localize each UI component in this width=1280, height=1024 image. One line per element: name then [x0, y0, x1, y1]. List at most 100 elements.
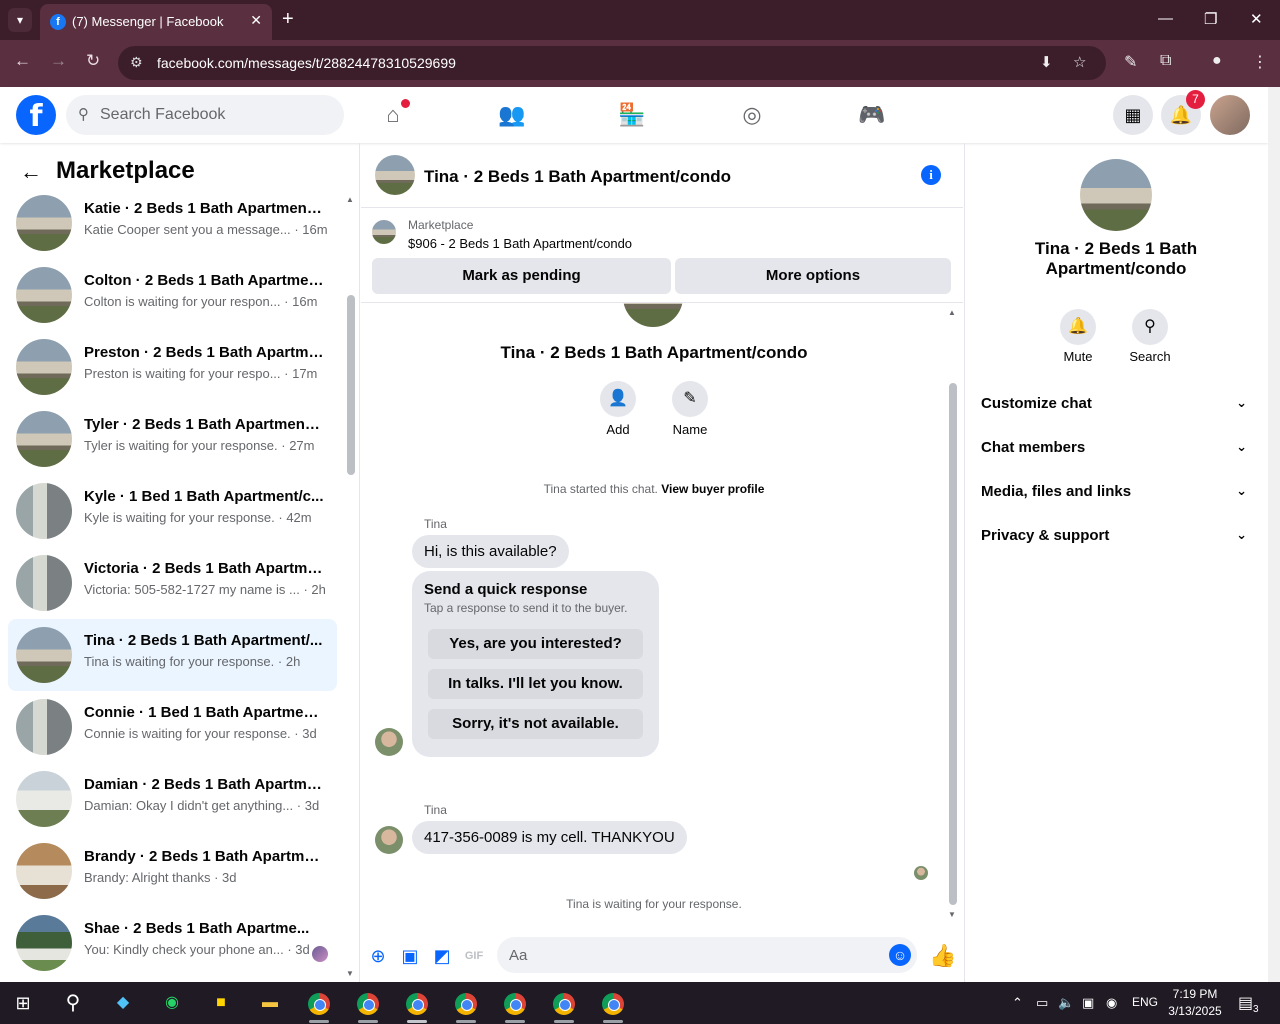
marketplace-icon[interactable]: 🏪 — [618, 101, 646, 129]
mark-as-pending-button[interactable]: Mark as pending — [372, 258, 671, 294]
browser-menu-icon[interactable]: ⋮ — [1252, 52, 1268, 72]
copilot-icon[interactable]: ◆ — [108, 989, 138, 1017]
whatsapp-icon[interactable]: ◉ — [157, 989, 187, 1017]
bookmark-star-icon[interactable]: ☆ — [1073, 53, 1086, 71]
gif-icon[interactable]: GIF — [463, 945, 485, 967]
conversation-item[interactable]: Colton · 2 Beds 1 Bath Apartmen... Colton… — [8, 259, 337, 331]
account-avatar[interactable] — [1210, 95, 1250, 135]
forward-icon[interactable]: → — [50, 51, 67, 71]
media-files-links-section[interactable]: Media, files and links ⌄ — [981, 483, 1253, 507]
notification-count: 3 — [1253, 1004, 1259, 1015]
search-input[interactable]: ⚲ Search Facebook — [66, 95, 344, 135]
chat-avatar[interactable] — [375, 155, 415, 195]
minimize-button[interactable]: — — [1158, 10, 1173, 27]
profile-icon[interactable]: ● — [1212, 52, 1222, 70]
sticker-icon[interactable]: ◩ — [431, 945, 453, 967]
chrome-icon[interactable] — [406, 993, 428, 1015]
sender-avatar[interactable] — [375, 826, 403, 854]
chrome-icon[interactable] — [504, 993, 526, 1015]
show-hidden-icons-chevron-icon[interactable]: ⌃ — [1012, 995, 1023, 1011]
customize-chat-section[interactable]: Customize chat ⌄ — [981, 395, 1253, 419]
conversation-item[interactable]: Victoria · 2 Beds 1 Bath Apartme... Victo… — [8, 547, 337, 619]
menu-grid-icon[interactable]: ▦ — [1113, 95, 1153, 135]
running-indicator — [505, 1020, 525, 1023]
conversation-item[interactable]: Preston · 2 Beds 1 Bath Apartme... Presto… — [8, 331, 337, 403]
more-options-button[interactable]: More options — [675, 258, 951, 294]
privacy-support-section[interactable]: Privacy & support ⌄ — [981, 527, 1253, 551]
chrome-icon[interactable] — [602, 993, 624, 1015]
tab-search-button[interactable]: ▾ — [8, 8, 32, 32]
plus-circle-icon[interactable]: ⊕ — [367, 945, 389, 967]
thread-scrollbar[interactable] — [949, 383, 957, 905]
conversation-item[interactable]: Damian · 2 Beds 1 Bath Apartme... Damian:… — [8, 763, 337, 835]
new-tab-button[interactable]: + — [282, 8, 294, 30]
language-indicator[interactable]: ENG — [1132, 995, 1158, 1009]
chrome-icon[interactable] — [357, 993, 379, 1015]
windows-start-icon[interactable]: ⊞ — [8, 989, 38, 1017]
edit-name-icon[interactable]: ✎ — [672, 381, 708, 417]
search-icon[interactable]: ⚲ — [58, 989, 88, 1017]
conversation-item[interactable]: Kyle · 1 Bed 1 Bath Apartment/c... Kyle i… — [8, 475, 337, 547]
close-window-button[interactable]: ✕ — [1250, 10, 1263, 28]
notification-center-icon[interactable]: ▤ — [1238, 993, 1253, 1013]
site-info-icon[interactable]: ⚙ — [130, 54, 143, 71]
thumbs-up-icon[interactable]: 👍 — [929, 943, 956, 969]
file-explorer-icon[interactable]: ▬ — [255, 989, 285, 1017]
gaming-icon[interactable]: 🎮 — [858, 101, 886, 129]
conversation-item[interactable]: Shae · 2 Beds 1 Bath Apartme... You: Kind… — [8, 907, 337, 979]
conversation-preview: Kyle is waiting for your response. · 42m — [84, 510, 324, 525]
message-input[interactable]: Aa ☺ — [497, 937, 917, 973]
volume-icon[interactable]: 🔈 — [1058, 995, 1074, 1011]
close-tab-icon[interactable]: ✕ — [250, 12, 262, 29]
chrome-icon[interactable] — [553, 993, 575, 1015]
groups-icon[interactable]: ◎ — [738, 101, 766, 129]
chat-members-section[interactable]: Chat members ⌄ — [981, 439, 1253, 463]
page-scrollbar[interactable] — [1268, 87, 1280, 982]
clock[interactable]: 7:19 PM 3/13/2025 — [1162, 986, 1228, 1020]
sender-avatar[interactable] — [375, 728, 403, 756]
chat-title[interactable]: Tina · 2 Beds 1 Bath Apartment/condo — [424, 167, 731, 187]
thread-name: Tina · 2 Beds 1 Bath Apartment/condo — [500, 343, 808, 362]
browser-tab[interactable]: f (7) Messenger | Facebook ✕ — [40, 4, 272, 40]
extensions-icon[interactable]: ⧉ — [1160, 52, 1171, 70]
friends-icon[interactable]: 👥 — [498, 101, 526, 129]
conversation-item[interactable]: Katie · 2 Beds 1 Bath Apartment/... Katie… — [8, 187, 337, 259]
scroll-down-arrow[interactable]: ▼ — [948, 910, 956, 919]
conversation-item[interactable]: Brandy · 2 Beds 1 Bath Apartme... Brandy:… — [8, 835, 337, 907]
conversation-item[interactable]: Tina · 2 Beds 1 Bath Apartment/... Tina i… — [8, 619, 337, 691]
info-avatar[interactable] — [1080, 159, 1152, 231]
conversation-item[interactable]: Tyler · 2 Beds 1 Bath Apartment/... Tyler… — [8, 403, 337, 475]
mute-bell-icon[interactable]: 🔔 — [1060, 309, 1096, 345]
emoji-icon[interactable]: ☺ — [889, 944, 911, 966]
back-arrow-icon[interactable]: ← — [20, 159, 42, 185]
add-person-icon[interactable]: 👤 — [600, 381, 636, 417]
quick-response-option[interactable]: In talks. I'll let you know. — [428, 669, 643, 699]
back-icon[interactable]: ← — [14, 51, 31, 71]
location-icon[interactable]: ◉ — [1106, 995, 1117, 1011]
quick-response-option[interactable]: Yes, are you interested? — [428, 629, 643, 659]
conversation-scrollbar[interactable] — [347, 295, 355, 475]
listing-title[interactable]: $906 - 2 Beds 1 Bath Apartment/condo — [408, 236, 632, 251]
photo-icon[interactable]: ▣ — [399, 945, 421, 967]
scroll-up-arrow[interactable]: ▲ — [346, 195, 354, 204]
thread-avatar — [623, 303, 683, 327]
info-icon[interactable]: i — [921, 165, 941, 185]
pen-icon[interactable]: ✎ — [1124, 52, 1137, 72]
view-buyer-profile-link[interactable]: View buyer profile — [661, 482, 764, 496]
install-app-icon[interactable]: ⬇ — [1040, 53, 1053, 71]
quick-response-option[interactable]: Sorry, it's not available. — [428, 709, 643, 739]
facebook-logo-icon[interactable]: f — [16, 95, 56, 135]
scroll-up-arrow[interactable]: ▲ — [948, 308, 956, 317]
restore-button[interactable]: ❐ — [1204, 10, 1217, 28]
meet-now-icon[interactable]: ▭ — [1036, 995, 1048, 1011]
chrome-icon[interactable] — [308, 993, 330, 1015]
reload-icon[interactable]: ↻ — [86, 51, 100, 71]
conversation-item[interactable]: Connie · 1 Bed 1 Bath Apartment... Connie… — [8, 691, 337, 763]
listing-thumbnail[interactable] — [372, 220, 396, 244]
network-icon[interactable]: ▣ — [1082, 995, 1094, 1011]
sticky-notes-icon[interactable]: ■ — [206, 989, 236, 1017]
search-icon[interactable]: ⚲ — [1132, 309, 1168, 345]
chrome-icon[interactable] — [455, 993, 477, 1015]
address-bar[interactable]: ⚙ facebook.com/messages/t/28824478310529… — [118, 46, 1106, 80]
scroll-down-arrow[interactable]: ▼ — [346, 969, 354, 978]
